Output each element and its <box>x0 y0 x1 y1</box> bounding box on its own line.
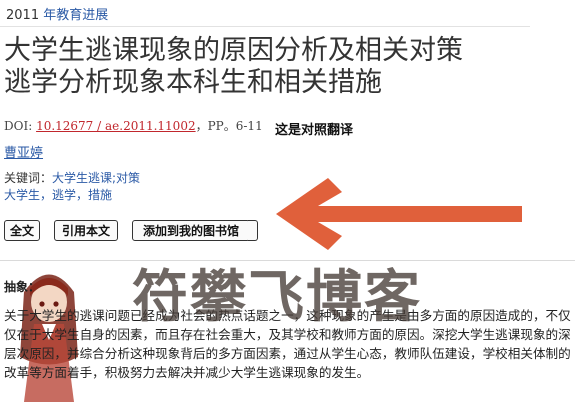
left-arrow-icon <box>276 178 522 250</box>
library-dropdown-button[interactable] <box>248 220 258 241</box>
full-text-button[interactable]: 全文 <box>4 220 40 241</box>
doi-prefix: DOI: <box>4 119 37 133</box>
cite-button[interactable]: 引用本文 <box>54 220 118 241</box>
header-divider <box>0 26 530 27</box>
journal-year: 2011 <box>6 8 40 23</box>
title-line-1: 大学生逃课现象的原因分析及相关对策 <box>4 35 463 66</box>
keywords-label: 关键词： <box>4 171 53 185</box>
keywords-link-1[interactable]: 大学生逃课;对策 <box>52 171 140 185</box>
abstract-label: 抽象： <box>4 280 41 294</box>
journal-header: 2011 年教育进展 <box>6 4 108 23</box>
page-title: 大学生逃课现象的原因分析及相关对策 逃学分析现象本科生和相关措施 <box>4 35 564 99</box>
author-link[interactable]: 曹亚婷 <box>4 142 43 161</box>
add-to-library-button[interactable]: 添加到我的图书馆 <box>132 220 250 241</box>
keywords-link-2[interactable]: 大学生，逃学，措施 <box>4 187 284 204</box>
keywords-block: 关键词：大学生逃课;对策 大学生，逃学，措施 <box>4 170 284 204</box>
journal-name-link[interactable]: 年教育进展 <box>43 8 108 23</box>
title-line-2: 逃学分析现象本科生和相关措施 <box>4 67 382 98</box>
blog-watermark: 符攀飞博客 <box>132 264 422 330</box>
doi-pages: ，PP。6-11 <box>195 119 263 133</box>
doi-link[interactable]: 10.12677 / ae.2011.11002 <box>36 119 196 133</box>
translation-note: 这是对照翻译 <box>275 123 354 138</box>
doi-line: DOI: 10.12677 / ae.2011.11002，PP。6-11 <box>4 117 263 134</box>
